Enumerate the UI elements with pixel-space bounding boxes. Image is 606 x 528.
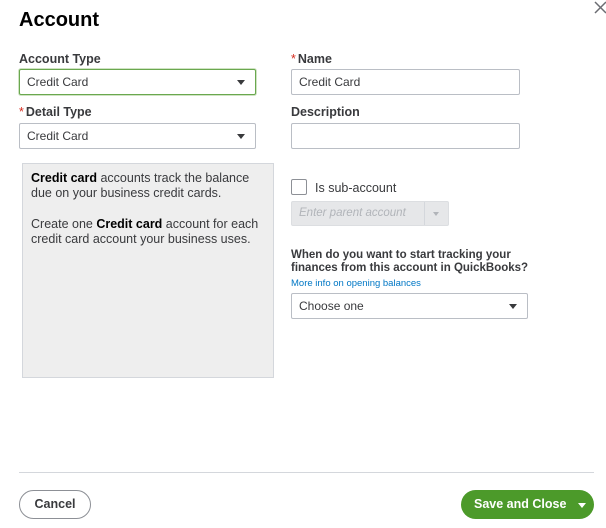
detail-type-label-text: Detail Type <box>25 105 92 119</box>
tracking-start-select[interactable]: Choose one <box>291 293 528 319</box>
footer-divider <box>19 472 594 473</box>
sub-account-checkbox[interactable] <box>291 179 307 195</box>
divider <box>424 202 425 225</box>
info-text: Create one <box>31 217 97 231</box>
opening-balances-link[interactable]: More info on opening balances <box>291 278 421 289</box>
chevron-down-icon <box>237 134 245 139</box>
description-label: Description <box>291 105 360 119</box>
name-label-text: Name <box>297 52 332 66</box>
save-and-close-button[interactable]: Save and Close <box>461 490 594 519</box>
name-input[interactable]: Credit Card <box>291 69 520 95</box>
info-bold-term: Credit card <box>96 217 163 231</box>
tracking-question: When do you want to start tracking your … <box>291 249 529 274</box>
account-type-value: Credit Card <box>27 75 89 89</box>
required-mark: * <box>19 105 24 119</box>
chevron-down-icon <box>237 80 245 85</box>
parent-account-placeholder: Enter parent account <box>299 207 406 219</box>
cancel-button[interactable]: Cancel <box>19 490 91 519</box>
description-input[interactable] <box>291 123 520 149</box>
sub-account-label[interactable]: Is sub-account <box>315 181 396 195</box>
required-mark: * <box>291 52 296 66</box>
chevron-down-icon <box>433 212 439 216</box>
info-paragraph-2: Create one Credit card account for each … <box>31 217 265 247</box>
account-type-select[interactable]: Credit Card <box>19 69 256 95</box>
chevron-down-icon <box>509 304 517 309</box>
parent-account-select: Enter parent account <box>291 201 449 226</box>
save-and-close-label: Save and Close <box>474 497 567 511</box>
account-type-label: Account Type <box>19 52 101 66</box>
close-icon[interactable] <box>592 0 606 16</box>
dialog-title: Account <box>19 9 99 31</box>
name-label: * Name <box>291 52 332 66</box>
info-bold-term: Credit card <box>31 171 97 185</box>
detail-type-select[interactable]: Credit Card <box>19 123 256 149</box>
detail-type-value: Credit Card <box>27 129 89 143</box>
account-type-info-box: Credit card accounts track the balance d… <box>22 163 274 378</box>
tracking-start-value: Choose one <box>299 299 364 313</box>
chevron-down-icon[interactable] <box>578 503 586 508</box>
detail-type-label: * Detail Type <box>19 105 92 119</box>
info-paragraph-1: Credit card accounts track the balance d… <box>31 171 265 201</box>
